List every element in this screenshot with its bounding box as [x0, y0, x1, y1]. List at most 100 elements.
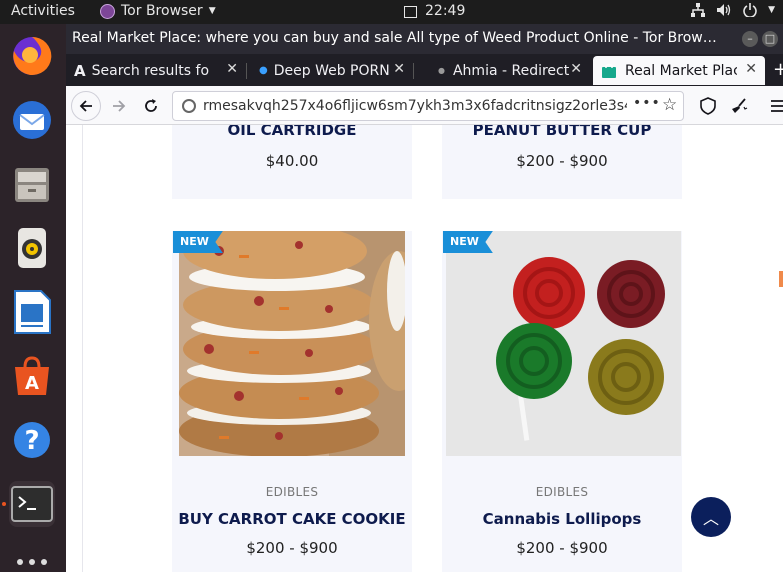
- shield-button[interactable]: [693, 91, 723, 121]
- show-apps-icon: [17, 559, 47, 565]
- hamburger-menu-icon: [771, 100, 783, 112]
- new-identity-button[interactable]: [724, 91, 754, 121]
- app-menu[interactable]: Tor Browser ▼: [100, 3, 216, 19]
- tab-search-results[interactable]: A Search results fo ✕: [66, 56, 246, 85]
- software-center-icon: A: [15, 356, 49, 395]
- tab-loading-dot-icon: ●: [259, 65, 268, 76]
- menu-button[interactable]: [763, 91, 783, 121]
- tab-label: Real Market Plac: [625, 62, 737, 79]
- broom-icon: [732, 98, 748, 113]
- product-price: $200 - $900: [516, 152, 608, 170]
- product-name[interactable]: BUY CARROT CAKE COOKIE: [172, 510, 412, 528]
- svg-text:A: A: [25, 373, 39, 394]
- chevron-up-icon: ︿: [702, 509, 719, 528]
- files-icon: [15, 168, 49, 202]
- shopping-bag-icon: [602, 63, 616, 78]
- cannabis-lollipops-image: [446, 231, 681, 456]
- clock-time: 22:49: [425, 3, 466, 19]
- shield-icon: [700, 97, 716, 115]
- system-top-bar: Activities Tor Browser ▼ 22:49 ▼: [0, 0, 783, 24]
- onion-site-icon: [182, 99, 196, 113]
- product-category[interactable]: EDIBLES: [172, 485, 412, 499]
- help-icon: ?: [14, 422, 50, 458]
- activities-button[interactable]: Activities: [11, 3, 75, 19]
- forward-button[interactable]: [104, 91, 134, 121]
- dock-software-center[interactable]: A: [9, 353, 55, 399]
- close-icon[interactable]: ✕: [226, 61, 238, 77]
- arrow-right-icon: [113, 100, 126, 112]
- dock-firefox[interactable]: [9, 33, 55, 79]
- address-bar[interactable]: ••• ☆: [172, 91, 684, 121]
- terminal-running-indicator: [2, 502, 6, 506]
- system-tray[interactable]: ▼: [691, 3, 775, 17]
- libreoffice-writer-icon: [14, 290, 51, 334]
- new-tab-plus-icon[interactable]: +: [773, 59, 783, 80]
- product-card[interactable]: NEW EDIBLES BUY CARROT CAKE COOKIE $200 …: [172, 231, 412, 572]
- new-badge: NEW: [443, 231, 493, 253]
- svg-text:?: ?: [24, 426, 39, 456]
- maximize-button[interactable]: □: [762, 31, 778, 47]
- product-name[interactable]: PEANUT BUTTER CUP: [442, 125, 682, 139]
- rhythmbox-icon: [18, 228, 46, 268]
- scroll-to-top-button[interactable]: ︿: [691, 497, 731, 537]
- product-card[interactable]: OIL CARTRIDGE $40.00: [172, 125, 412, 199]
- dock-libreoffice-writer[interactable]: [9, 289, 55, 335]
- dock-terminal[interactable]: [9, 481, 55, 527]
- calendar-icon: [404, 5, 417, 18]
- new-badge: NEW: [173, 231, 223, 253]
- reload-button[interactable]: [136, 91, 166, 121]
- side-widget-tab[interactable]: [779, 271, 783, 287]
- tab-real-market-place[interactable]: Real Market Plac ✕: [593, 56, 765, 85]
- product-name[interactable]: OIL CARTRIDGE: [172, 125, 412, 139]
- back-button[interactable]: [71, 91, 101, 121]
- dock-files[interactable]: [9, 161, 55, 207]
- dock-help[interactable]: ?: [9, 417, 55, 463]
- window-titlebar: Real Market Place: where you can buy and…: [66, 24, 783, 54]
- terminal-icon: [11, 486, 53, 522]
- product-price: $40.00: [265, 152, 319, 170]
- product-image[interactable]: [179, 231, 405, 456]
- dock-show-applications[interactable]: [9, 539, 55, 572]
- tab-favicon-icon: A: [74, 61, 86, 80]
- thunderbird-icon: [13, 101, 51, 139]
- tab-label: Deep Web PORN: [273, 62, 390, 79]
- product-category[interactable]: EDIBLES: [442, 485, 682, 499]
- chevron-down-icon: ▼: [208, 6, 216, 16]
- power-icon: [743, 3, 757, 17]
- network-icon: [691, 3, 706, 17]
- close-icon[interactable]: ✕: [745, 61, 757, 77]
- url-input[interactable]: [203, 96, 627, 116]
- navigation-toolbar: ••• ☆: [66, 86, 783, 125]
- reload-icon: [145, 99, 157, 112]
- window-title: Real Market Place: where you can buy and…: [72, 30, 717, 46]
- tab-label: Ahmia - Redirect: [452, 62, 570, 79]
- firefox-icon: [13, 36, 52, 75]
- arrow-left-icon: [79, 100, 92, 112]
- product-card[interactable]: NEW EDIBLES Cannabis Lollipops $200 - $9…: [442, 231, 682, 572]
- tor-browser-icon: [100, 3, 115, 19]
- product-price: $200 - $900: [246, 539, 338, 557]
- dock-thunderbird[interactable]: [9, 97, 55, 143]
- dock-rhythmbox[interactable]: [9, 225, 55, 271]
- bookmark-star-icon[interactable]: ☆: [662, 95, 677, 115]
- page-border: [82, 125, 83, 572]
- close-icon[interactable]: ✕: [393, 61, 405, 77]
- product-name[interactable]: Cannabis Lollipops: [442, 510, 682, 528]
- tab-ahmia[interactable]: ● Ahmia - Redirect ✕: [414, 56, 590, 85]
- page-actions-icon[interactable]: •••: [633, 95, 661, 111]
- web-page: OIL CARTRIDGE $40.00 PEANUT BUTTER CUP $…: [66, 125, 783, 572]
- tab-deep-web[interactable]: ● Deep Web PORN ✕: [247, 56, 413, 85]
- close-icon[interactable]: ✕: [570, 61, 582, 77]
- tab-label: Search results fo: [91, 62, 210, 79]
- ubuntu-dock: A ?: [0, 24, 66, 572]
- product-price: $200 - $900: [516, 539, 608, 557]
- tab-bar: A Search results fo ✕ ● Deep Web PORN ✕ …: [66, 54, 783, 86]
- system-menu-chevron-icon: ▼: [768, 5, 775, 15]
- product-image[interactable]: [446, 231, 681, 456]
- clock[interactable]: 22:49: [404, 3, 465, 19]
- tab-loading-dot-icon: ●: [438, 66, 445, 75]
- minimize-button[interactable]: –: [742, 31, 758, 47]
- volume-icon: [717, 4, 731, 16]
- product-card[interactable]: PEANUT BUTTER CUP $200 - $900: [442, 125, 682, 199]
- app-menu-label: Tor Browser: [121, 3, 203, 19]
